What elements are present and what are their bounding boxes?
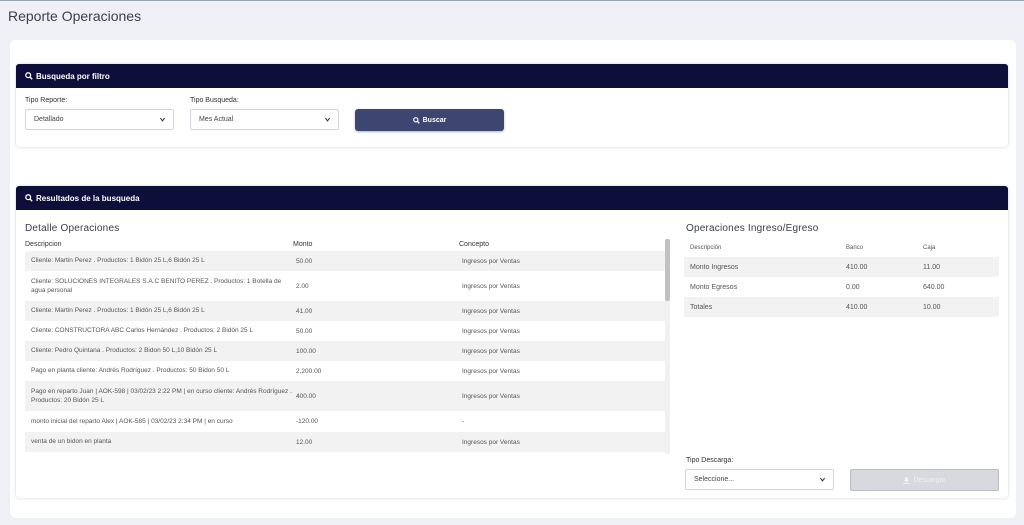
chevron-down-icon [819, 477, 826, 482]
row-descripcion: Pago en planta cliente: Andrés Rodríguez… [31, 367, 230, 375]
row-banco: 410.00 [846, 263, 868, 271]
table-row: Pago en planta cliente: Andrés Rodríguez… [25, 361, 666, 381]
row-descripcion: Monto Ingresos [690, 263, 739, 271]
download-icon [903, 476, 911, 484]
scrollbar-thumb[interactable] [665, 239, 670, 301]
row-descripcion: Cliente: CONSTRUCTORA ABC Carlos Hernánd… [31, 327, 254, 335]
tipo-descarga-value: Seleccione... [694, 476, 735, 483]
operaciones-table: Descripción Banco Caja Monto Ingresos 41… [684, 239, 999, 317]
detalle-table[interactable]: Cliente: Martin Perez . Productos: 1 Bid… [25, 251, 666, 459]
row-monto: 41.00 [296, 307, 313, 315]
row-concepto: Ingresos por Ventas [462, 282, 520, 290]
column-header-descripcion: Descripcion [25, 241, 62, 248]
row-concepto: Ingresos por Ventas [462, 307, 520, 315]
table-row: Cliente: SOLUCIONES INTEGRALES S.A.C BEN… [25, 271, 666, 301]
row-caja: 640.00 [923, 283, 945, 291]
row-concepto: Ingresos por Ventas [462, 347, 520, 355]
row-concepto: Ingresos por Ventas [462, 257, 520, 265]
filter-panel: Busqueda por filtro [16, 64, 1008, 147]
descargar-label: Descargar [913, 476, 946, 484]
table-row: Monto Egresos 0.00 640.00 [684, 277, 999, 297]
row-monto: 50.00 [296, 327, 313, 335]
row-monto: 2,200.00 [296, 367, 322, 375]
row-descripcion: Cliente: Martin Perez . Productos: 1 Bid… [31, 307, 205, 315]
row-descripcion: Cliente: SOLUCIONES INTEGRALES S.A.C BEN… [31, 277, 282, 294]
page-title: Reporte Operaciones [8, 8, 142, 24]
tipo-busqueda-value: Mes Actual [199, 116, 234, 123]
row-concepto: Ingresos por Ventas [462, 392, 520, 400]
row-caja: 10.00 [923, 303, 941, 311]
operaciones-ingreso-egreso-title: Operaciones Ingreso/Egreso [686, 223, 819, 234]
search-icon [25, 194, 33, 202]
row-monto: -120.00 [296, 418, 319, 425]
row-concepto: - [462, 418, 465, 425]
filter-panel-header: Busqueda por filtro [16, 64, 1008, 88]
table-row: Cliente: Martin Perez . Productos: 1 Bid… [25, 251, 666, 271]
column-header-concepto: Concepto [459, 241, 489, 248]
column-header-caja: Caja [923, 245, 936, 251]
row-banco: 0.00 [846, 283, 860, 291]
chevron-down-icon [159, 117, 166, 122]
row-monto: 400.00 [296, 392, 316, 400]
tipo-descarga-label: Tipo Descarga: [686, 457, 734, 464]
tipo-descarga-select[interactable]: Seleccione... [685, 469, 834, 490]
filter-panel-title: Busqueda por filtro [36, 71, 110, 81]
buscar-button[interactable]: Buscar [355, 109, 504, 131]
row-concepto: Ingresos por Ventas [462, 367, 520, 375]
row-concepto: Ingresos por Ventas [462, 327, 520, 335]
row-monto: 12.00 [296, 438, 313, 446]
table-row: Totales 410.00 10.00 [684, 297, 999, 317]
table-row: Cliente: Pedro Quintana . Productos: 2 B… [25, 341, 666, 361]
table-row: monto inicial del reparto Alex | AOK-585… [25, 411, 666, 432]
tipo-busqueda-select[interactable]: Mes Actual [190, 109, 339, 130]
tipo-reporte-label: Tipo Reporte: [25, 97, 68, 104]
row-descripcion: Totales [690, 303, 713, 311]
search-icon [25, 72, 33, 80]
results-panel-title: Resultados de la busqueda [36, 193, 140, 203]
row-descripcion: Pago en reparto Juan | AOK-598 | 03/02/2… [31, 387, 292, 404]
search-icon [412, 116, 420, 124]
column-header-banco: Banco [846, 245, 864, 251]
descargar-button[interactable]: Descargar [850, 469, 999, 491]
column-header-monto: Monto [293, 241, 313, 248]
table-row: venta de un bidon en planta 12.00 Ingres… [25, 432, 666, 452]
row-descripcion: monto inicial del reparto Alex | AOK-585… [31, 417, 233, 425]
table-header-row: Descripción Banco Caja [684, 239, 999, 257]
row-descripcion: Monto Egresos [690, 283, 738, 291]
buscar-label: Buscar [422, 116, 447, 124]
detalle-operaciones-title: Detalle Operaciones [25, 223, 120, 234]
table-row: Cliente: Martin Perez . Productos: 1 Bid… [25, 301, 666, 321]
tipo-reporte-select[interactable]: Detallado [25, 109, 174, 130]
results-panel-header: Resultados de la busqueda [16, 186, 1008, 210]
top-border [0, 0, 1024, 1]
table-row: Monto Ingresos 410.00 11.00 [684, 257, 999, 277]
row-descripcion: Cliente: Pedro Quintana . Productos: 2 B… [31, 347, 218, 355]
table-scrollbar[interactable] [665, 239, 670, 454]
row-caja: 11.00 [923, 263, 940, 271]
row-banco: 410.00 [846, 303, 868, 311]
tipo-reporte-value: Detallado [34, 116, 64, 123]
table-row: Cliente: CONSTRUCTORA ABC Carlos Hernánd… [25, 321, 666, 341]
row-monto: 100.00 [296, 347, 316, 355]
table-row: Pago en reparto Juan | AOK-598 | 03/02/2… [25, 381, 666, 411]
row-descripcion: venta de un bidon en planta [31, 438, 112, 446]
chevron-down-icon [324, 117, 331, 122]
column-header-descripcion: Descripción [690, 245, 722, 251]
row-monto: 2.00 [296, 282, 309, 290]
row-descripcion: Cliente: Martin Perez . Productos: 1 Bid… [31, 257, 205, 265]
tipo-busqueda-label: Tipo Busqueda: [190, 97, 239, 104]
row-concepto: Ingresos por Ventas [462, 438, 520, 446]
row-monto: 50.00 [296, 257, 313, 265]
